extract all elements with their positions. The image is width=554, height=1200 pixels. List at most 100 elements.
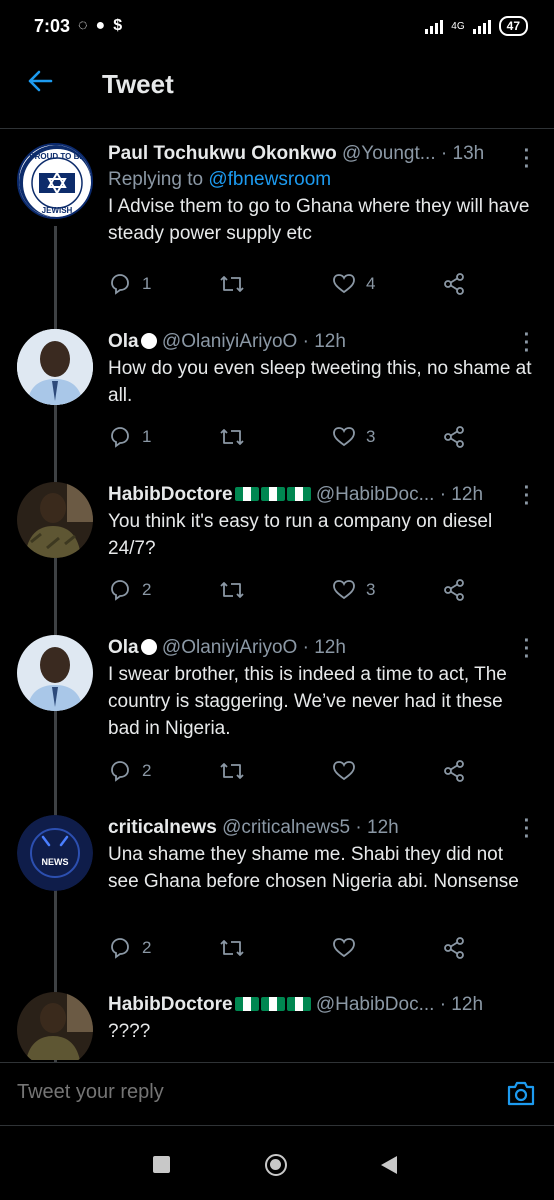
person-photo: [17, 635, 93, 711]
retweet-button[interactable]: [218, 575, 332, 605]
user-name[interactable]: Ola: [108, 331, 139, 352]
network-label: 4G: [451, 20, 465, 32]
retweet-icon: [220, 940, 244, 956]
user-handle[interactable]: @OlaniyiAriyoO: [162, 637, 297, 658]
tweet[interactable]: HabibDoctore @HabibDoc... · 12h ????: [0, 992, 554, 1060]
replying-to: Replying to @fbnewsroom: [108, 167, 534, 193]
reply-icon: [111, 580, 129, 601]
home-button[interactable]: [265, 1154, 287, 1176]
user-name[interactable]: HabibDoctore: [108, 994, 233, 1015]
more-vertical-icon[interactable]: · · ·: [520, 631, 534, 667]
user-name[interactable]: HabibDoctore: [108, 484, 233, 505]
like-button[interactable]: 3: [332, 575, 442, 605]
svg-text:JEWISH: JEWISH: [42, 206, 73, 215]
reply-icon: [111, 938, 129, 959]
retweet-icon: [220, 429, 244, 445]
tweet-actions: 2: [108, 756, 478, 786]
like-count: 3: [366, 427, 376, 446]
avatar[interactable]: [17, 482, 93, 558]
tweet-text: Una shame they shame me. Shabi they did …: [108, 844, 519, 892]
reply-button[interactable]: 2: [108, 756, 218, 786]
user-name[interactable]: Paul Tochukwu Okonkwo: [108, 143, 337, 164]
tweet-time: · 12h: [355, 817, 399, 838]
signal-icon: [425, 18, 444, 34]
user-name[interactable]: Ola: [108, 637, 139, 658]
white-circle-icon: [140, 639, 157, 655]
nigeria-flag-icon: [260, 997, 285, 1011]
like-button[interactable]: 3: [332, 422, 442, 452]
tweet-actions: 2 3: [108, 575, 478, 605]
back-button[interactable]: [381, 1156, 397, 1174]
white-circle-icon: [140, 333, 157, 349]
nigeria-flag-icon: [286, 997, 311, 1011]
avatar[interactable]: PROUD TO BE JEWISH: [17, 143, 93, 219]
heart-icon: [333, 580, 355, 600]
nigeria-flag-icon: [234, 487, 259, 501]
reply-count: 1: [142, 274, 152, 293]
reply-icon: [111, 761, 129, 782]
more-vertical-icon[interactable]: · · ·: [520, 811, 534, 847]
person-photo: [17, 992, 93, 1060]
header: Tweet: [0, 52, 554, 116]
retweet-button[interactable]: [218, 269, 332, 299]
avatar[interactable]: [17, 329, 93, 405]
reply-button[interactable]: 2: [108, 933, 218, 963]
tweet-time: · 12h: [439, 994, 484, 1015]
reply-count: 2: [142, 580, 152, 599]
reply-input[interactable]: [17, 1081, 437, 1104]
retweet-button[interactable]: [218, 422, 332, 452]
more-vertical-icon[interactable]: · · ·: [520, 141, 534, 177]
reply-count: 1: [142, 427, 152, 446]
like-button[interactable]: [332, 933, 442, 963]
share-button[interactable]: [442, 933, 466, 963]
heart-icon: [333, 274, 355, 294]
retweet-icon: [220, 582, 244, 598]
tweet-time: · 12h: [439, 484, 484, 505]
like-button[interactable]: [332, 756, 442, 786]
user-handle[interactable]: @OlaniyiAriyoO: [162, 331, 297, 352]
reply-button[interactable]: 1: [108, 269, 218, 299]
navigation-bar: [0, 1126, 554, 1200]
like-button[interactable]: 4: [332, 269, 442, 299]
avatar[interactable]: [17, 635, 93, 711]
share-button[interactable]: [442, 575, 466, 605]
arrow-left-icon[interactable]: [0, 52, 80, 116]
retweet-icon: [220, 763, 244, 779]
like-count: 3: [366, 580, 376, 599]
share-button[interactable]: [442, 269, 466, 299]
user-handle[interactable]: @HabibDoc...: [316, 994, 435, 1015]
svg-text:PROUD TO BE: PROUD TO BE: [29, 152, 85, 161]
reply-button[interactable]: 1: [108, 422, 218, 452]
retweet-button[interactable]: [218, 933, 332, 963]
tweet-text: ????: [108, 1021, 151, 1042]
signal-icon-2: [472, 18, 491, 34]
user-handle[interactable]: @criticalnews5: [222, 817, 350, 838]
status-bar: 7:03 ◌ ● $ 4G 47: [0, 0, 554, 52]
divider: [0, 128, 554, 129]
page-title: Tweet: [102, 68, 174, 99]
tweet-text: I swear brother, this is indeed a time t…: [108, 664, 513, 739]
more-vertical-icon[interactable]: · · ·: [520, 325, 534, 361]
user-handle[interactable]: @HabibDoc...: [316, 484, 435, 505]
avatar[interactable]: NEWS: [17, 815, 93, 891]
user-name[interactable]: criticalnews: [108, 817, 217, 838]
user-handle[interactable]: @Youngt...: [342, 143, 436, 164]
replying-to-link[interactable]: @fbnewsroom: [208, 169, 331, 190]
tweet-actions: 1 4: [108, 269, 478, 299]
recent-apps-button[interactable]: [153, 1156, 170, 1173]
camera-icon[interactable]: [506, 1079, 536, 1112]
share-button[interactable]: [442, 422, 466, 452]
reply-count: 2: [142, 938, 152, 957]
reply-icon: [111, 274, 129, 295]
news-logo: NEWS: [17, 815, 93, 891]
share-icon: [444, 937, 464, 959]
retweet-button[interactable]: [218, 756, 332, 786]
reply-button[interactable]: 2: [108, 575, 218, 605]
tweet-actions: 1 3: [108, 422, 478, 452]
share-button[interactable]: [442, 756, 466, 786]
avatar[interactable]: [17, 992, 93, 1060]
whatsapp-icon: ◌: [78, 17, 88, 34]
retweet-icon: [220, 276, 244, 292]
share-icon: [444, 273, 464, 295]
more-vertical-icon[interactable]: · · ·: [520, 478, 534, 514]
